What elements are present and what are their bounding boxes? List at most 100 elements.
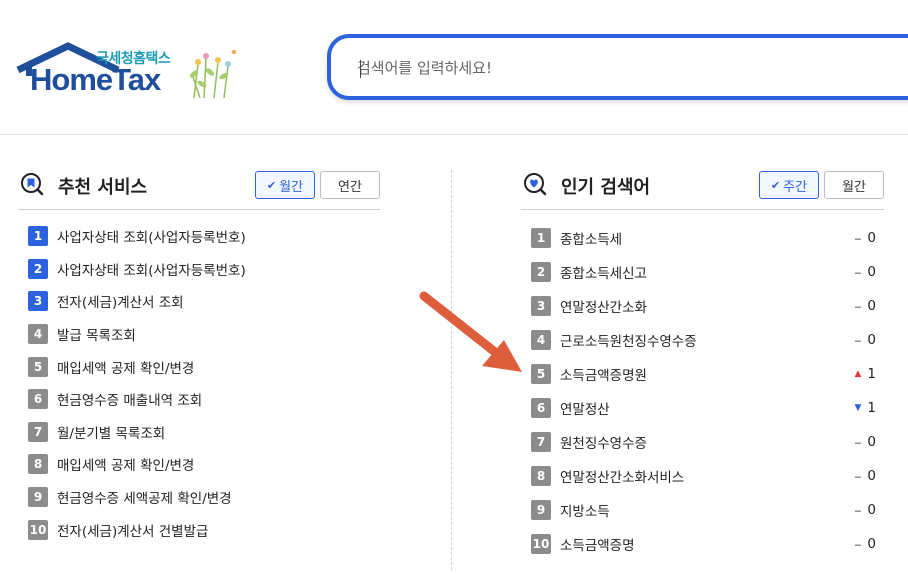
rank-badge: 2	[28, 258, 48, 279]
tab-monthly-label: 월간	[279, 179, 304, 195]
rank-change-value: 0	[867, 434, 876, 450]
rank-badge: 9	[28, 487, 48, 508]
text-cursor	[360, 60, 361, 78]
tab-yearly[interactable]: 연간	[320, 171, 380, 199]
annotation-arrow-icon	[419, 291, 522, 372]
rank-change: ‒ 0	[854, 468, 876, 484]
tab-weekly-label: 주간	[783, 179, 808, 195]
rank-change-value: 0	[867, 468, 876, 484]
rank-change-value: 0	[867, 502, 876, 518]
heart-search-icon	[524, 173, 547, 196]
hometax-logo[interactable]: 국세청홈택스 HomeTax	[16, 40, 246, 102]
keyword-label: 연말정산	[560, 402, 610, 418]
rank-badge: 10	[28, 519, 48, 540]
rank-badge: 3	[28, 291, 48, 312]
keyword-label: 근로소득원천징수영수증	[560, 334, 697, 350]
list-item[interactable]: 8 매입세액 공제 확인/변경	[18, 448, 380, 481]
list-item[interactable]: 7 월/분기별 목록조회	[18, 416, 380, 449]
rank-change: ▼ 1	[854, 400, 876, 416]
flower-decoration-icon	[189, 50, 236, 99]
list-item[interactable]: 5 매입세액 공제 확인/변경	[18, 350, 380, 383]
keyword-label: 지방소득	[560, 504, 610, 520]
list-item-label: 월/분기별 목록조회	[57, 425, 166, 442]
rank-badge: 4	[28, 324, 48, 345]
list-item[interactable]: 3 연말정산간소화 ‒ 0	[521, 289, 884, 323]
keyword-label: 종합소득세신고	[560, 266, 647, 282]
tab-weekly[interactable]: ✔ 주간	[759, 171, 819, 199]
rank-badge: 7	[531, 432, 551, 452]
dash-icon: ‒	[854, 537, 862, 551]
rank-change-value: 0	[867, 230, 876, 246]
rank-change: ‒ 0	[854, 298, 876, 314]
keyword-label: 연말정산간소화서비스	[560, 470, 685, 486]
search-box[interactable]	[327, 34, 908, 100]
list-item[interactable]: 9 지방소득 ‒ 0	[521, 493, 884, 527]
rank-change-value: 0	[867, 298, 876, 314]
popular-list: 1 종합소득세 ‒ 0 2 종합소득세신고 ‒ 0 3 연말정산간소화 ‒ 0 4 근로소득원천징수…	[521, 221, 884, 561]
list-item[interactable]: 8 연말정산간소화서비스 ‒ 0	[521, 459, 884, 493]
rank-badge: 9	[531, 500, 551, 520]
list-item-label: 사업자상태 조회(사업자등록번호)	[57, 262, 246, 279]
list-item[interactable]: 1 종합소득세 ‒ 0	[521, 221, 884, 255]
rank-badge: 3	[531, 296, 551, 316]
tab-monthly[interactable]: ✔ 월간	[255, 171, 315, 199]
recommended-title: 추천 서비스	[58, 177, 148, 198]
rank-change: ‒ 0	[854, 502, 876, 518]
rank-change-value: 0	[867, 332, 876, 348]
rank-change: ‒ 0	[854, 332, 876, 348]
dash-icon: ‒	[854, 333, 862, 347]
rank-badge: 6	[28, 389, 48, 410]
list-item[interactable]: 4 근로소득원천징수영수증 ‒ 0	[521, 323, 884, 357]
dash-icon: ‒	[854, 503, 862, 517]
popular-title: 인기 검색어	[561, 177, 651, 198]
rank-badge: 2	[531, 262, 551, 282]
list-item-label: 현금영수증 세액공제 확인/변경	[57, 491, 232, 508]
rank-badge: 6	[531, 398, 551, 418]
rank-badge: 1	[28, 226, 48, 247]
search-input[interactable]	[355, 52, 899, 84]
list-item-label: 발급 목록조회	[57, 328, 136, 345]
keyword-label: 연말정산간소화	[560, 300, 647, 316]
rank-change: ‒ 0	[854, 434, 876, 450]
rank-change-value: 0	[867, 536, 876, 552]
check-icon: ✔	[266, 178, 277, 192]
list-item-label: 전자(세금)계산서 건별발급	[57, 523, 209, 540]
list-item[interactable]: 10 소득금액증명 ‒ 0	[521, 527, 884, 561]
list-item[interactable]: 9 현금영수증 세액공제 확인/변경	[18, 481, 380, 514]
recommended-list: 1 사업자상태 조회(사업자등록번호) 2 사업자상태 조회(사업자등록번호) 3전…	[18, 220, 380, 546]
list-item[interactable]: 6 연말정산 ▼ 1	[521, 391, 884, 425]
list-item[interactable]: 7 원천징수영수증 ‒ 0	[521, 425, 884, 459]
recommended-header: 추천 서비스 ✔ 월간 연간	[18, 168, 380, 210]
keyword-label: 종합소득세	[560, 232, 623, 248]
header: 국세청홈택스 HomeTax	[0, 0, 908, 135]
rank-badge: 4	[531, 330, 551, 350]
popular-header: 인기 검색어 ✔ 주간 월간	[521, 168, 884, 210]
rank-badge: 8	[28, 454, 48, 475]
list-item[interactable]: 6 현금영수증 매출내역 조회	[18, 383, 380, 416]
dash-icon: ‒	[854, 265, 862, 279]
list-item[interactable]: 5 소득금액증명원 ▲ 1	[521, 357, 884, 391]
list-item[interactable]: 3 전자(세금)계산서 조회	[18, 285, 380, 318]
dash-icon: ‒	[854, 231, 862, 245]
rank-badge: 5	[28, 356, 48, 377]
rank-change: ‒ 0	[854, 264, 876, 280]
tab-yearly-label: 연간	[338, 179, 362, 195]
rank-change-value: 0	[867, 264, 876, 280]
rank-change-value: 1	[867, 366, 876, 382]
list-item[interactable]: 4 발급 목록조회	[18, 318, 380, 351]
keyword-label: 소득금액증명원	[560, 368, 647, 384]
list-item[interactable]: 2 사업자상태 조회(사업자등록번호)	[18, 253, 380, 286]
list-item[interactable]: 10 전자(세금)계산서 건별발급	[18, 513, 380, 546]
dash-icon: ‒	[854, 469, 862, 483]
tab-monthly[interactable]: 월간	[824, 171, 884, 199]
list-item[interactable]: 2 종합소득세신고 ‒ 0	[521, 255, 884, 289]
rank-change-value: 1	[867, 400, 876, 416]
list-item[interactable]: 1 사업자상태 조회(사업자등록번호)	[18, 220, 380, 253]
rank-badge: 8	[531, 466, 551, 486]
bookmark-search-icon	[21, 173, 44, 196]
keyword-label: 소득금액증명	[560, 538, 635, 554]
list-item-label: 전자(세금)계산서 조회	[57, 295, 184, 312]
rank-badge: 1	[531, 228, 551, 248]
rank-change: ‒ 0	[854, 230, 876, 246]
list-item-label: 사업자상태 조회(사업자등록번호)	[57, 230, 246, 247]
